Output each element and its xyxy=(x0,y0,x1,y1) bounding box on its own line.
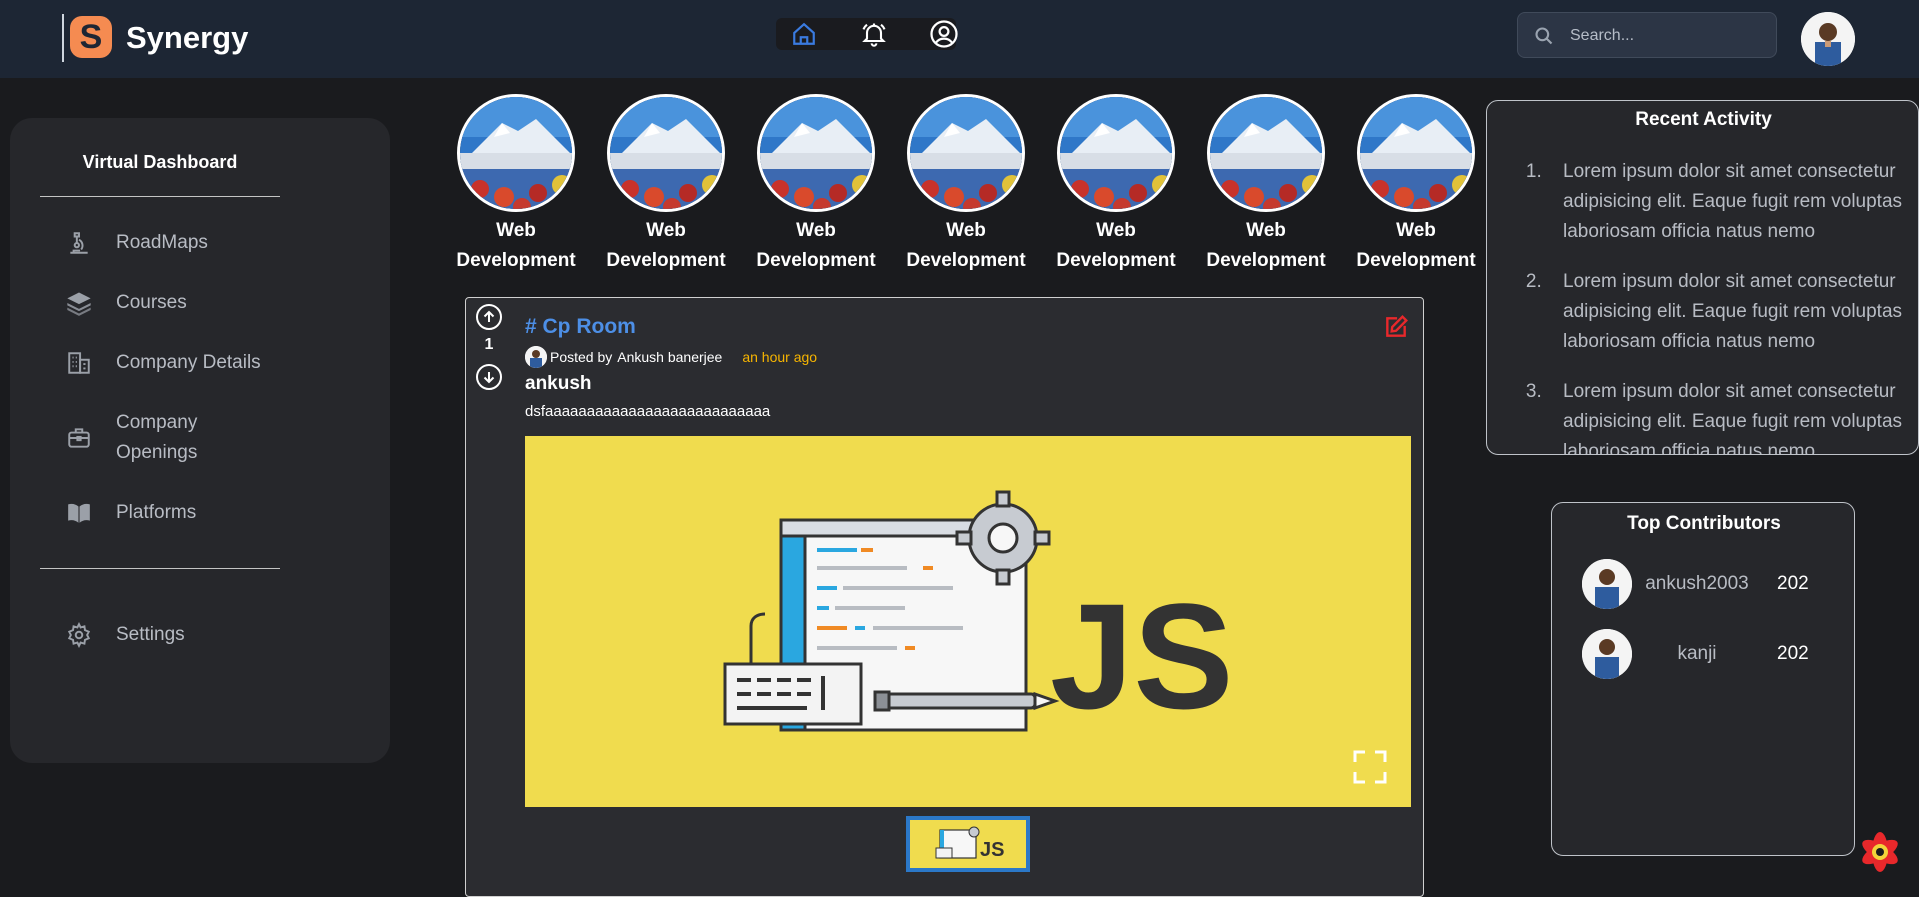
story-item[interactable]: Web Development xyxy=(604,94,728,276)
search-box[interactable] xyxy=(1517,12,1777,58)
list-item: Lorem ipsum dolor sit amet consectetur a… xyxy=(1547,267,1913,357)
search-icon xyxy=(1534,26,1554,51)
sidebar-item-courses[interactable]: Courses xyxy=(64,288,187,318)
recent-activity-list: Lorem ipsum dolor sit amet consectetur a… xyxy=(1487,157,1913,454)
post-body: dsfaaaaaaaaaaaaaaaaaaaaaaaaaaa xyxy=(525,403,771,420)
contributor-row[interactable]: kanji 202 xyxy=(1582,629,1842,681)
logo-letter: S xyxy=(79,18,103,56)
posted-by-label: Posted by xyxy=(550,349,613,365)
sidebar-divider xyxy=(40,568,280,569)
thumbnail-js-text: JS xyxy=(980,839,1004,861)
sidebar-divider xyxy=(40,196,280,197)
top-header: S Synergy xyxy=(0,0,1919,78)
story-item[interactable]: Web Development xyxy=(754,94,878,276)
bell-icon[interactable] xyxy=(856,18,892,50)
sidebar-item-label: Company Openings xyxy=(116,412,198,463)
author-avatar xyxy=(525,346,547,368)
briefcase-icon xyxy=(64,423,94,453)
story-thumbnail xyxy=(757,94,875,212)
list-item: Lorem ipsum dolor sit amet consectetur a… xyxy=(1547,157,1913,247)
story-thumbnail xyxy=(907,94,1025,212)
sidebar-item-label: Platforms xyxy=(116,502,197,523)
sidebar-item-roadmaps[interactable]: RoadMaps xyxy=(64,228,208,258)
building-icon xyxy=(64,348,94,378)
microscope-icon xyxy=(64,228,94,258)
arrow-down-icon xyxy=(483,372,495,384)
top-contributors-title: Top Contributors xyxy=(1627,513,1781,534)
profile-avatar[interactable] xyxy=(1801,12,1855,66)
post-room-link[interactable]: # Cp Room xyxy=(525,315,636,339)
arrow-up-icon xyxy=(483,310,495,322)
home-icon[interactable] xyxy=(786,18,822,50)
sidebar-title: Virtual Dashboard xyxy=(82,152,238,172)
top-contributors-panel: Top Contributors ankush2003 202 kanji 20… xyxy=(1551,502,1855,856)
story-label: Web Development xyxy=(1356,220,1476,271)
sidebar-item-label: Courses xyxy=(116,292,187,313)
search-input[interactable] xyxy=(1568,23,1762,49)
sidebar-item-platforms[interactable]: Platforms xyxy=(64,498,196,528)
book-icon xyxy=(64,498,94,528)
post-image[interactable]: JS xyxy=(525,436,1411,807)
story-item[interactable]: Web Development xyxy=(454,94,578,276)
post-card: 1 # Cp Room Posted by Ankush banerjee an… xyxy=(465,297,1424,897)
edit-icon[interactable] xyxy=(1383,314,1409,340)
devtools-flower-icon[interactable] xyxy=(1855,827,1905,877)
sidebar-item-label: RoadMaps xyxy=(116,232,208,253)
post-title: ankush xyxy=(525,373,592,394)
sidebar-item-settings[interactable]: Settings xyxy=(64,620,185,650)
story-label: Web Development xyxy=(906,220,1026,271)
story-thumbnail xyxy=(607,94,725,212)
story-label: Web Development xyxy=(606,220,726,271)
story-thumbnail xyxy=(1357,94,1475,212)
vote-count: 1 xyxy=(484,336,494,353)
story-item[interactable]: Web Development xyxy=(1054,94,1178,276)
contributor-score: 202 xyxy=(1777,643,1809,664)
upvote-button[interactable] xyxy=(476,304,502,330)
gear-icon xyxy=(64,620,94,650)
list-item: Lorem ipsum dolor sit amet consectetur a… xyxy=(1547,377,1913,454)
recent-activity-panel: Recent Activity Lorem ipsum dolor sit am… xyxy=(1486,100,1919,455)
story-item[interactable]: Web Development xyxy=(904,94,1028,276)
brand-name: Synergy xyxy=(126,20,249,55)
fullscreen-icon xyxy=(1353,750,1387,784)
story-label: Web Development xyxy=(1206,220,1326,271)
contributor-row[interactable]: ankush2003 202 xyxy=(1582,559,1842,611)
avatar xyxy=(1582,559,1632,609)
story-thumbnail xyxy=(1207,94,1325,212)
user-circle-icon[interactable] xyxy=(926,18,962,50)
story-label: Web Development xyxy=(456,220,576,271)
story-label: Web Development xyxy=(756,220,876,271)
sidebar: Virtual Dashboard RoadMaps Courses Compa… xyxy=(10,118,390,763)
sidebar-item-company-openings[interactable]: Company Openings xyxy=(64,408,206,468)
story-thumbnail xyxy=(457,94,575,212)
js-logo-text: JS xyxy=(1050,572,1233,740)
contributor-name: ankush2003 xyxy=(1645,573,1749,594)
contributor-score: 202 xyxy=(1777,573,1809,594)
post-author[interactable]: Ankush banerjee xyxy=(617,349,722,365)
logo-mark-icon: S xyxy=(70,16,112,58)
post-meta: Posted by Ankush banerjee an hour ago xyxy=(525,346,817,368)
sidebar-item-label: Company Details xyxy=(116,352,261,373)
story-item[interactable]: Web Development xyxy=(1204,94,1328,276)
story-thumbnail xyxy=(1057,94,1175,212)
sidebar-item-company-details[interactable]: Company Details xyxy=(64,348,261,378)
synergy-logo[interactable]: S xyxy=(62,14,116,62)
sidebar-item-label: Settings xyxy=(116,624,185,645)
post-image-thumbnail[interactable]: JS xyxy=(906,816,1030,872)
downvote-button[interactable] xyxy=(476,364,502,390)
contributor-name: kanji xyxy=(1677,643,1717,664)
stack-icon xyxy=(64,288,94,318)
story-label: Web Development xyxy=(1056,220,1176,271)
avatar xyxy=(1582,629,1632,679)
story-item[interactable]: Web Development xyxy=(1354,94,1478,276)
recent-activity-title: Recent Activity xyxy=(1635,109,1772,130)
post-time: an hour ago xyxy=(742,349,818,365)
